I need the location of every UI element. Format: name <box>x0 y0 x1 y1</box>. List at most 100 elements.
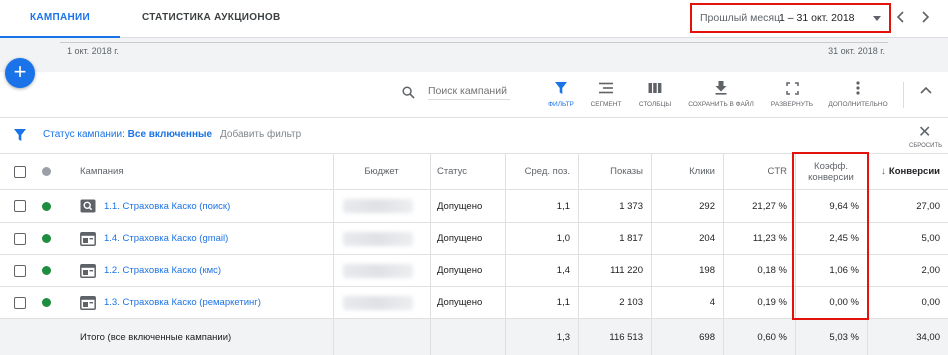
tab-auction-insights[interactable]: СТАТИСТИКА АУКЦИОНОВ <box>142 0 281 38</box>
row-checkbox[interactable] <box>14 223 26 254</box>
campaign-status: Допущено <box>437 200 483 212</box>
enabled-status-dot <box>42 190 51 222</box>
column-divider <box>333 154 334 355</box>
total-conversions: 34,00 <box>916 331 940 343</box>
filter-icon <box>14 129 26 141</box>
header-ctr[interactable]: CTR <box>723 154 795 189</box>
enabled-status-dot <box>42 255 51 286</box>
search-campaign-icon <box>80 190 96 222</box>
total-ctr: 0,60 % <box>757 331 787 343</box>
download-button[interactable]: СОХРАНИТЬ В ФАЙЛ <box>686 80 756 108</box>
date-preset-label: Прошлый месяц <box>700 12 781 24</box>
ctr-value: 0,18 % <box>757 265 787 276</box>
budget-value-redacted <box>343 287 413 318</box>
expand-icon <box>785 81 799 95</box>
close-icon[interactable]: ✕ <box>918 122 931 142</box>
header-conversions[interactable]: ↓ Конверсии <box>867 154 948 189</box>
more-options-label: ДОПОЛНИТЕЛЬНО <box>828 101 888 108</box>
table-total-row: Итого (все включенные кампании) 1,3 116 … <box>0 319 948 355</box>
columns-label: СТОЛБЦЫ <box>638 101 672 108</box>
chevron-left-icon[interactable] <box>896 10 906 26</box>
total-avg-position: 1,3 <box>556 331 570 343</box>
budget-value-redacted <box>343 223 413 254</box>
row-checkbox[interactable] <box>14 287 26 318</box>
search-campaigns-input[interactable] <box>428 85 510 100</box>
top-bar: КАМПАНИИ СТАТИСТИКА АУКЦИОНОВ Прошлый ме… <box>0 0 948 38</box>
download-label: СОХРАНИТЬ В ФАЙЛ <box>688 101 754 108</box>
clicks-value: 204 <box>699 233 715 244</box>
display-campaign-icon <box>80 223 96 254</box>
columns-icon <box>648 83 662 93</box>
impressions-value: 1 373 <box>619 200 643 212</box>
filter-value: Все включенные <box>127 129 213 140</box>
sort-arrow-down-icon: ↓ <box>880 166 886 177</box>
conversion-rate-highlight <box>792 152 869 320</box>
total-conversion-rate: 5,03 % <box>829 331 859 343</box>
header-avg-position[interactable]: Сред. поз. <box>505 154 578 189</box>
active-filter-chip[interactable]: Статус кампании: Все включенные <box>43 129 212 140</box>
header-clicks[interactable]: Клики <box>651 154 723 189</box>
campaign-name-link[interactable]: 1.2. Страховка Каско (кмс) <box>104 255 221 286</box>
conversions-value: 27,00 <box>916 200 940 212</box>
columns-button[interactable]: СТОЛБЦЫ <box>620 80 690 108</box>
caret-down-icon[interactable] <box>873 16 881 21</box>
conversions-value: 0,00 <box>921 297 941 308</box>
impressions-value: 111 220 <box>610 265 643 276</box>
status-dot-header <box>42 154 51 189</box>
filter-icon <box>555 82 567 94</box>
campaign-name-link[interactable]: 1.3. Страховка Каско (ремаркетинг) <box>104 287 261 318</box>
column-divider <box>578 154 579 355</box>
timeline-strip: 1 окт. 2018 г. 31 окт. 2018 г. <box>0 38 948 72</box>
tab-campaigns[interactable]: КАМПАНИИ <box>0 0 120 38</box>
clicks-value: 4 <box>709 297 715 308</box>
segment-icon <box>599 82 613 94</box>
total-impressions: 116 513 <box>609 331 643 343</box>
impressions-value: 2 103 <box>619 297 643 308</box>
header-campaign[interactable]: Кампания <box>80 154 123 189</box>
timeline-end-label: 31 окт. 2018 г. <box>828 46 885 56</box>
conversions-value: 2,00 <box>921 265 941 276</box>
reset-filters-label[interactable]: СБРОСИТЬ <box>909 143 942 149</box>
enabled-status-dot <box>42 287 51 318</box>
display-campaign-icon <box>80 287 96 318</box>
column-divider <box>723 154 724 355</box>
filter-name: Статус кампании: <box>43 129 125 140</box>
toolbar-divider <box>903 82 904 108</box>
expand-label: РАЗВЕРНУТЬ <box>770 101 814 108</box>
display-campaign-icon <box>80 255 96 286</box>
clicks-value: 198 <box>699 265 715 276</box>
budget-value-redacted <box>343 255 413 286</box>
campaign-status: Допущено <box>437 233 483 244</box>
expand-button[interactable]: РАЗВЕРНУТЬ <box>757 80 827 108</box>
add-filter-link[interactable]: Добавить фильтр <box>220 129 301 140</box>
campaign-status: Допущено <box>437 265 483 276</box>
ctr-value: 21,27 % <box>752 200 787 212</box>
header-status[interactable]: Статус <box>437 154 467 189</box>
more-options-button[interactable]: ДОПОЛНИТЕЛЬНО <box>823 80 893 108</box>
search-icon <box>402 86 415 99</box>
total-label: Итого (все включенные кампании) <box>80 331 232 343</box>
column-divider <box>430 154 431 355</box>
date-range-picker[interactable]: Прошлый месяц 1 – 31 окт. 2018 <box>690 3 891 33</box>
campaign-name-link[interactable]: 1.1. Страховка Каско (поиск) <box>104 190 230 222</box>
chevron-right-icon[interactable] <box>920 10 930 26</box>
ctr-value: 0,19 % <box>757 297 787 308</box>
chevron-up-icon[interactable] <box>920 86 932 94</box>
select-all-checkbox[interactable] <box>14 154 26 189</box>
timeline-axis <box>60 42 888 43</box>
campaign-name-link[interactable]: 1.4. Страховка Каско (gmail) <box>104 223 228 254</box>
filter-bar: Статус кампании: Все включенные Добавить… <box>0 118 948 154</box>
conversions-value: 5,00 <box>921 233 941 244</box>
more-vert-icon <box>856 81 860 95</box>
campaign-status: Допущено <box>437 297 483 308</box>
avg-position-value: 1,4 <box>556 265 570 276</box>
avg-position-value: 1,1 <box>556 200 570 212</box>
column-divider <box>651 154 652 355</box>
total-clicks: 698 <box>699 331 715 343</box>
download-icon <box>715 81 727 95</box>
avg-position-value: 1,0 <box>556 233 570 244</box>
row-checkbox[interactable] <box>14 190 26 222</box>
row-checkbox[interactable] <box>14 255 26 286</box>
header-impressions[interactable]: Показы <box>578 154 651 189</box>
header-budget[interactable]: Бюджет <box>333 154 430 189</box>
